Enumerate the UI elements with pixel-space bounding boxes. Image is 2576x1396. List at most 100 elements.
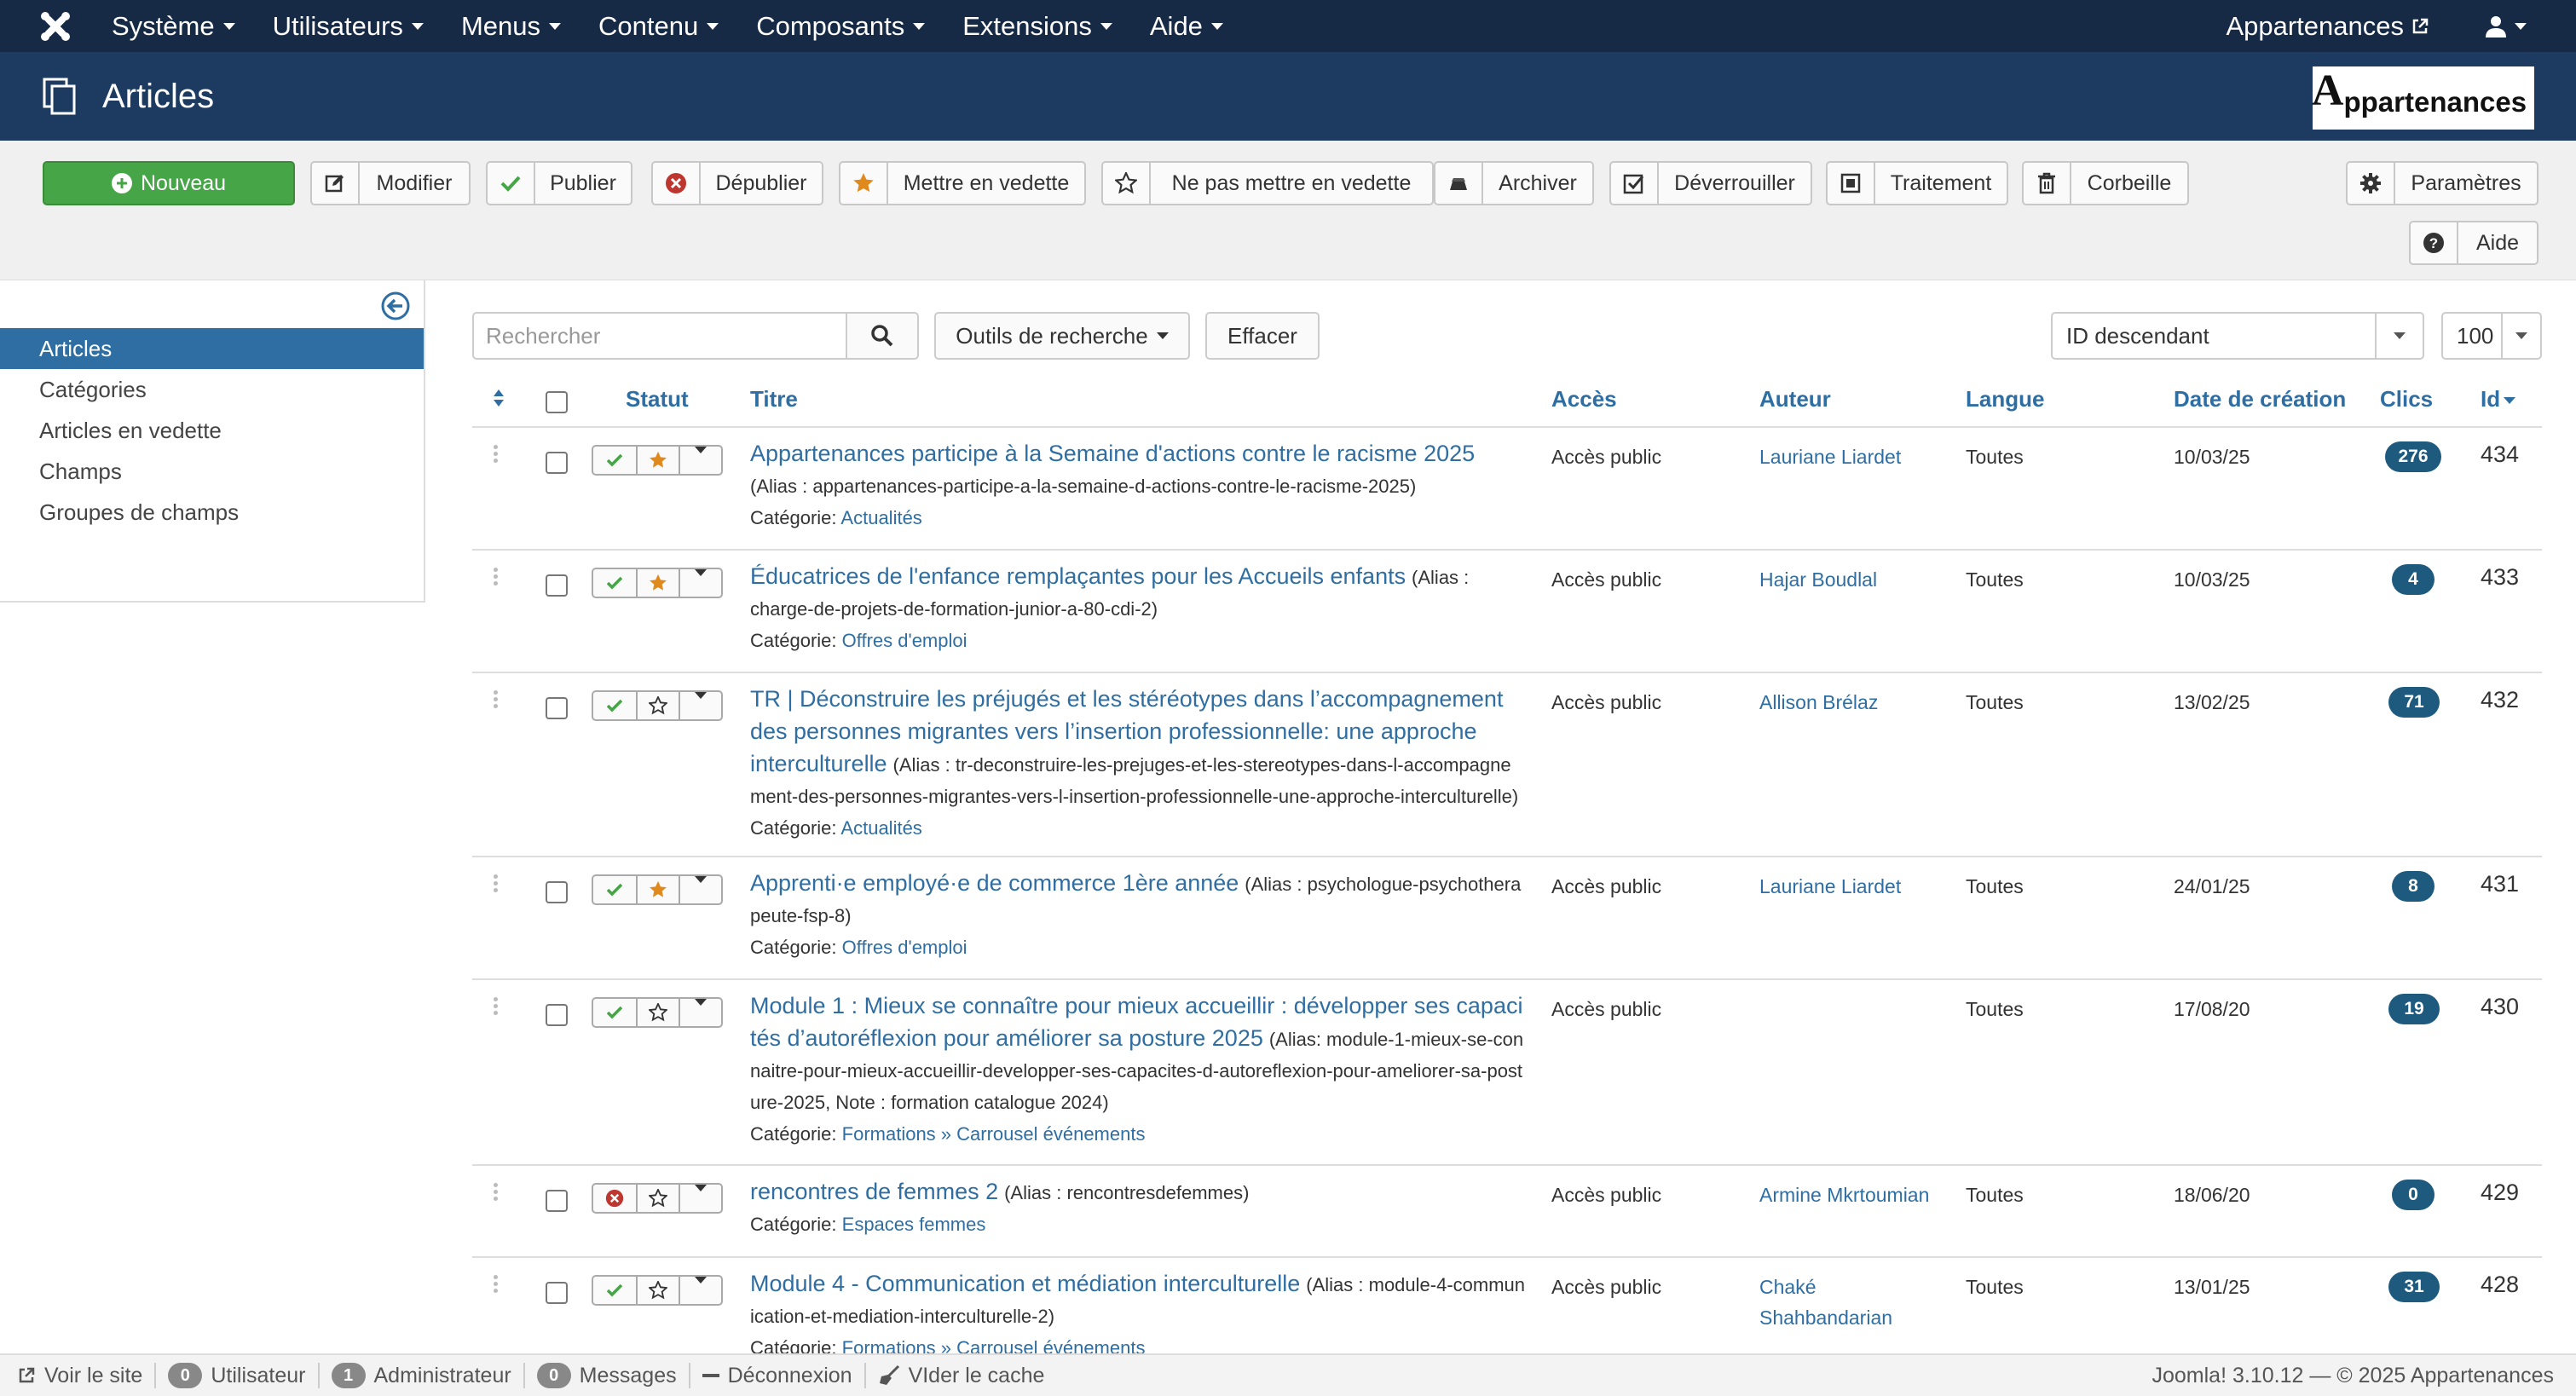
column-date[interactable]: Date de création	[2174, 386, 2346, 412]
unpublish-button[interactable]: Dépublier	[651, 161, 823, 205]
publish-button[interactable]: Publier	[486, 161, 632, 205]
options-button[interactable]: Paramètres	[2346, 161, 2538, 205]
category-link[interactable]: Offres d'emploi	[842, 937, 967, 958]
row-checkbox[interactable]	[546, 697, 568, 719]
article-title-link[interactable]: rencontres de femmes 2	[750, 1179, 998, 1204]
column-language[interactable]: Langue	[1966, 386, 2044, 412]
column-status[interactable]: Statut	[626, 386, 689, 412]
sidebar-item-categories[interactable]: Catégories	[0, 369, 424, 410]
archive-button[interactable]: Archiver	[1434, 161, 1594, 205]
row-checkbox[interactable]	[546, 574, 568, 597]
article-title-link[interactable]: Éducatrices de l'enfance remplaçantes po…	[750, 563, 1406, 589]
row-checkbox[interactable]	[546, 1004, 568, 1026]
published-check-icon[interactable]	[593, 999, 638, 1026]
menu-menus[interactable]: Menus	[461, 11, 561, 42]
author-link[interactable]: Armine Mkrtoumian	[1759, 1180, 1955, 1210]
actions-dropdown-toggle[interactable]	[680, 1185, 721, 1212]
users-online[interactable]: 0 Utilisateur	[156, 1363, 320, 1388]
featured-star-icon[interactable]	[638, 447, 680, 474]
view-site-link[interactable]: Voir le site	[0, 1363, 157, 1388]
drag-handle-icon[interactable]	[494, 445, 499, 463]
column-hits[interactable]: Clics	[2380, 386, 2433, 412]
search-tools-button[interactable]: Outils de recherche	[934, 312, 1190, 360]
menu-users[interactable]: Utilisateurs	[273, 11, 424, 42]
feature-button[interactable]: Mettre en vedette	[839, 161, 1086, 205]
joomla-logo-icon[interactable]	[29, 0, 82, 52]
search-input[interactable]: Rechercher	[472, 312, 847, 360]
user-menu[interactable]	[2486, 15, 2527, 37]
author-link[interactable]: Hajar Boudlal	[1759, 564, 1955, 595]
drag-handle-icon[interactable]	[494, 1275, 499, 1293]
batch-button[interactable]: Traitement	[1826, 161, 2008, 205]
row-checkbox[interactable]	[546, 452, 568, 474]
menu-extensions[interactable]: Extensions	[962, 11, 1112, 42]
featured-star-icon[interactable]	[638, 569, 680, 597]
unpublished-x-icon[interactable]	[593, 1185, 638, 1212]
edit-button[interactable]: Modifier	[310, 161, 471, 205]
drag-handle-icon[interactable]	[494, 1183, 499, 1201]
article-title-link[interactable]: Appartenances participe à la Semaine d'a…	[750, 441, 1475, 466]
article-title-link[interactable]: Module 4 - Communication et médiation in…	[750, 1271, 1300, 1296]
sidebar-toggle[interactable]	[381, 291, 410, 326]
actions-dropdown-toggle[interactable]	[680, 692, 721, 719]
messages-link[interactable]: 0 Messages	[525, 1363, 690, 1388]
column-id[interactable]: Id	[2481, 386, 2516, 412]
clear-button[interactable]: Effacer	[1205, 312, 1320, 360]
ordering-sort-icon[interactable]	[493, 387, 505, 409]
published-check-icon[interactable]	[593, 692, 638, 719]
clear-cache-link[interactable]: VIder le cache	[866, 1363, 1057, 1388]
drag-handle-icon[interactable]	[494, 568, 499, 586]
sidebar-item-articles[interactable]: Articles	[0, 328, 424, 369]
unfeature-button[interactable]: Ne pas mettre en vedette	[1101, 161, 1434, 205]
category-link[interactable]: Actualités	[840, 507, 921, 528]
drag-handle-icon[interactable]	[494, 997, 499, 1015]
row-checkbox[interactable]	[546, 1282, 568, 1304]
article-title-link[interactable]: Apprenti·e employé·e de commerce 1ère an…	[750, 870, 1239, 896]
menu-content[interactable]: Contenu	[598, 11, 719, 42]
select-all-checkbox[interactable]	[546, 391, 568, 413]
checkin-button[interactable]: Déverrouiller	[1609, 161, 1812, 205]
author-link[interactable]: Allison Brélaz	[1759, 687, 1955, 718]
search-button[interactable]	[846, 312, 919, 360]
author-link[interactable]: Lauriane Liardet	[1759, 871, 1955, 902]
category-link[interactable]: Actualités	[840, 817, 921, 839]
help-button[interactable]: ? Aide	[2409, 221, 2538, 265]
featured-star-icon[interactable]	[638, 876, 680, 903]
category-link[interactable]: Formations » Carrousel événements	[842, 1123, 1146, 1145]
column-access[interactable]: Accès	[1551, 386, 1617, 412]
limit-select[interactable]: 100	[2441, 312, 2542, 360]
published-check-icon[interactable]	[593, 569, 638, 597]
menu-components[interactable]: Composants	[756, 11, 926, 42]
column-author[interactable]: Auteur	[1759, 386, 1831, 412]
drag-handle-icon[interactable]	[494, 874, 499, 892]
actions-dropdown-toggle[interactable]	[680, 876, 721, 903]
sidebar-item-field-groups[interactable]: Groupes de champs	[0, 492, 424, 533]
unfeatured-star-icon[interactable]	[638, 999, 680, 1026]
actions-dropdown-toggle[interactable]	[680, 447, 721, 474]
actions-dropdown-toggle[interactable]	[680, 569, 721, 597]
author-link[interactable]: Lauriane Liardet	[1759, 441, 1955, 472]
category-link[interactable]: Espaces femmes	[842, 1214, 986, 1235]
drag-handle-icon[interactable]	[494, 690, 499, 708]
sidebar-item-featured[interactable]: Articles en vedette	[0, 410, 424, 451]
author-link[interactable]: Chaké Shahbandarian	[1759, 1272, 1921, 1333]
sidebar-item-fields[interactable]: Champs	[0, 451, 424, 492]
actions-dropdown-toggle[interactable]	[680, 1277, 721, 1304]
logout-link[interactable]: Déconnexion	[690, 1363, 866, 1388]
category-link[interactable]: Offres d'emploi	[842, 630, 967, 651]
column-title[interactable]: Titre	[750, 386, 798, 412]
new-button[interactable]: Nouveau	[43, 161, 295, 205]
ordering-select[interactable]: ID descendant	[2051, 312, 2424, 360]
admins-online[interactable]: 1 Administrateur	[320, 1363, 525, 1388]
row-checkbox[interactable]	[546, 881, 568, 903]
menu-help[interactable]: Aide	[1150, 11, 1223, 42]
unfeatured-star-icon[interactable]	[638, 1277, 680, 1304]
published-check-icon[interactable]	[593, 876, 638, 903]
unfeatured-star-icon[interactable]	[638, 692, 680, 719]
row-checkbox[interactable]	[546, 1190, 568, 1212]
trash-button[interactable]: Corbeille	[2022, 161, 2189, 205]
unfeatured-star-icon[interactable]	[638, 1185, 680, 1212]
view-site-link[interactable]: Appartenances	[2226, 11, 2429, 42]
actions-dropdown-toggle[interactable]	[680, 999, 721, 1026]
menu-system[interactable]: Système	[112, 11, 235, 42]
